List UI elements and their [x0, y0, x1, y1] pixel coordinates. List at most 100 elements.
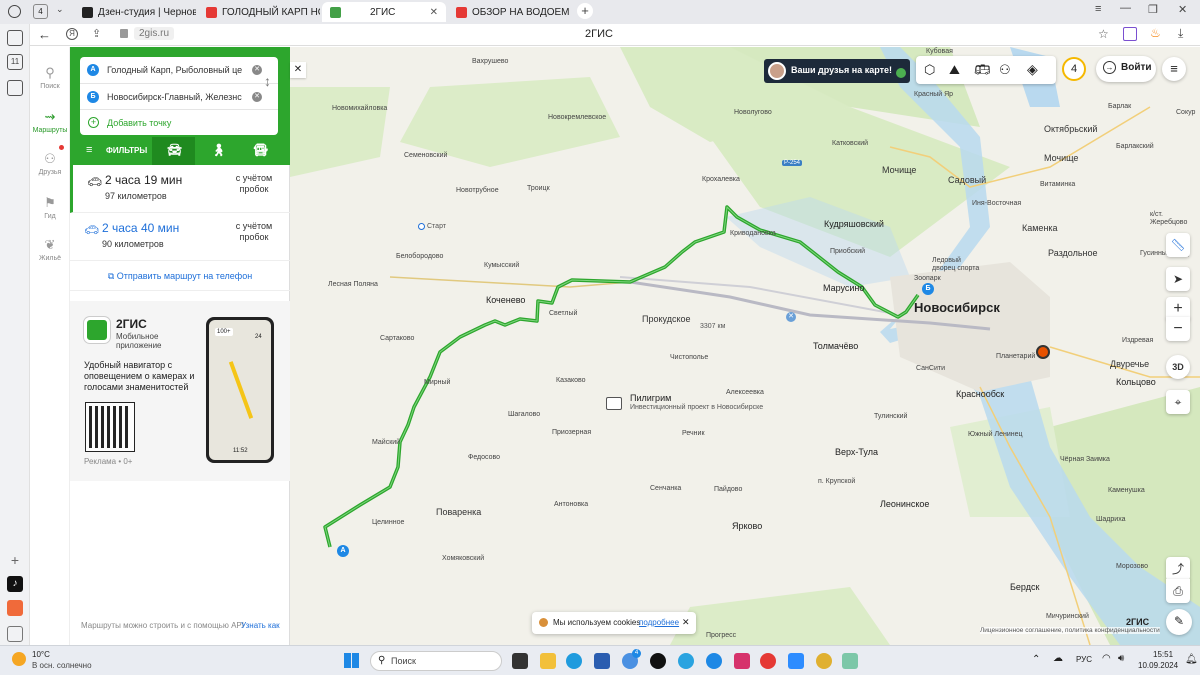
ruler-icon[interactable]: 📏︎: [1166, 233, 1190, 257]
poi-subtitle: Инвестиционный проект в Новосибирске: [630, 404, 764, 411]
clear-destination-icon[interactable]: ✕: [252, 92, 262, 102]
menu-icon[interactable]: ≡: [1162, 57, 1186, 81]
poi-marker-icon[interactable]: [1036, 345, 1050, 359]
nav-routes[interactable]: ⇝ Маршруты: [30, 109, 70, 134]
download-icon[interactable]: ⤓: [1178, 26, 1183, 41]
stack-icon[interactable]: [7, 600, 23, 616]
fire-extension-icon[interactable]: ♨: [1150, 26, 1161, 40]
tiktok-icon[interactable]: ♪: [7, 576, 23, 592]
login-button[interactable]: → Войти: [1096, 56, 1156, 82]
collections-icon[interactable]: [7, 30, 23, 46]
share-icon[interactable]: ⇪: [92, 27, 101, 40]
pedestrian-icon[interactable]: 🚶︎: [211, 143, 226, 157]
language-indicator[interactable]: РУС: [1076, 655, 1092, 664]
close-tab-icon[interactable]: ✕: [430, 7, 438, 18]
print-icon[interactable]: ⎙: [1166, 579, 1190, 603]
notification-counter[interactable]: 4: [1062, 57, 1086, 81]
bookmark-icon[interactable]: ☆: [1098, 27, 1109, 41]
add-point-button[interactable]: + Добавить точку: [80, 109, 278, 135]
send-to-phone-link[interactable]: ⧉ Отправить маршрут на телефон: [70, 261, 290, 291]
history-icon[interactable]: [8, 5, 21, 18]
origin-input[interactable]: А Голодный Карп, Рыболовный це ✕: [80, 57, 278, 83]
yandex-logo-icon[interactable]: Я: [66, 28, 78, 40]
notepad-icon[interactable]: [842, 653, 858, 669]
map-canvas[interactable]: Новосибирск Краснообск Бердск Кольцово К…: [290, 47, 1200, 645]
feedback-icon[interactable]: ✎: [1166, 609, 1192, 635]
traffic-icon[interactable]: ⬡: [924, 62, 935, 78]
start-menu-icon[interactable]: [344, 653, 359, 668]
calendar-icon[interactable]: 11: [7, 54, 23, 70]
volume-icon[interactable]: 🔊︎: [1118, 653, 1124, 664]
route-option-1[interactable]: 🚗︎ 2 часа 19 мин 97 километров с учётом …: [70, 165, 290, 213]
api-learn-link[interactable]: Узнать как: [241, 621, 280, 630]
tab-golodny-karp[interactable]: ГОЛОДНЫЙ КАРП НОВО: [198, 2, 320, 22]
3d-button[interactable]: 3D: [1166, 355, 1190, 379]
new-tab-icon[interactable]: +: [577, 3, 593, 19]
nav-guide[interactable]: ⚑ Гид: [30, 195, 70, 220]
instagram-icon[interactable]: [734, 653, 750, 669]
bus-icon[interactable]: 🚍︎: [253, 143, 268, 157]
tab-count-badge[interactable]: 4: [33, 4, 48, 19]
telegram-icon[interactable]: [678, 653, 694, 669]
friends-banner[interactable]: Ваши друзья на карте!: [764, 59, 910, 83]
terrain-icon[interactable]: ⛰︎: [949, 62, 960, 78]
edge-icon[interactable]: [566, 653, 582, 669]
zoom-icon[interactable]: [788, 653, 804, 669]
nav-friends[interactable]: ⚇ Друзья: [30, 145, 70, 176]
taskbar-search[interactable]: ⚲ Поиск: [370, 651, 502, 671]
file-explorer-icon[interactable]: [540, 653, 556, 669]
poi-board-icon[interactable]: [606, 397, 622, 410]
maximize-icon[interactable]: ❐: [1148, 3, 1158, 16]
tiktok-taskbar-icon[interactable]: [650, 653, 666, 669]
compass-icon[interactable]: ⌖: [1166, 390, 1190, 414]
license-link[interactable]: Лицензионное соглашение, политика конфид…: [980, 627, 1160, 634]
tab-2gis[interactable]: 2ГИС ✕: [322, 2, 446, 22]
close-window-icon[interactable]: ✕: [1178, 3, 1187, 16]
share-map-icon[interactable]: ⤴: [1166, 557, 1190, 581]
tab-list-chevron-icon[interactable]: ⌄: [56, 4, 64, 15]
layers-icon[interactable]: ◈: [1027, 61, 1038, 78]
swap-points-icon[interactable]: ↕: [264, 73, 271, 89]
weather-icon[interactable]: [12, 652, 26, 666]
close-sidebar-icon[interactable]: ✕: [290, 62, 306, 78]
yandex-browser-icon[interactable]: [760, 653, 776, 669]
panel-icon[interactable]: [7, 626, 23, 642]
poi-title[interactable]: Пилигрим: [630, 393, 671, 403]
friends-layer-icon[interactable]: ⚇: [999, 62, 1011, 78]
point-a-marker[interactable]: А: [337, 545, 349, 557]
minimize-icon[interactable]: —: [1120, 2, 1131, 14]
skype-icon[interactable]: [706, 653, 722, 669]
2gis-logo-icon: [84, 317, 110, 343]
filters-button[interactable]: ФИЛЬТРЫ: [106, 146, 147, 155]
store-icon[interactable]: [594, 653, 610, 669]
add-app-icon[interactable]: +: [7, 552, 23, 568]
tray-chevron-icon[interactable]: ⌃: [1032, 654, 1040, 665]
point-b-marker[interactable]: Б: [922, 283, 934, 295]
clock-time[interactable]: 15:51: [1153, 650, 1173, 659]
url-field[interactable]: 2gis.ru: [134, 27, 175, 40]
extension-icon[interactable]: [1123, 27, 1137, 41]
zoom-out-button[interactable]: −: [1166, 317, 1190, 341]
filters-icon[interactable]: ≡: [86, 144, 92, 156]
back-arrow-icon[interactable]: ←: [38, 27, 51, 42]
clear-origin-icon[interactable]: ✕: [252, 65, 262, 75]
locate-icon[interactable]: ➤: [1166, 267, 1190, 291]
tab-obzor[interactable]: ОБЗОР НА ВОДОЕМ ГОЛ: [448, 2, 572, 22]
chrome-icon[interactable]: [816, 653, 832, 669]
transport-icon[interactable]: 🚌︎: [974, 62, 991, 78]
app-promo[interactable]: 2ГИС Мобильное приложение Удобный навига…: [70, 301, 290, 481]
media-icon[interactable]: [7, 80, 23, 96]
close-cookie-icon[interactable]: ✕: [682, 617, 690, 628]
wifi-icon[interactable]: ◠: [1102, 653, 1111, 664]
route-option-2[interactable]: 🚗︎ 2 часа 40 мин 90 километров с учётом …: [70, 213, 290, 261]
tab-dzen[interactable]: Дзен-студия | Черновик: [74, 2, 196, 22]
tab-bar-menu-icon[interactable]: ≡: [1095, 3, 1101, 15]
destination-input[interactable]: Б Новосибирск-Главный, Железнс ✕: [80, 83, 278, 109]
cookie-more-link[interactable]: подробнее: [639, 618, 679, 627]
nav-search[interactable]: ⚲ Поиск: [30, 65, 70, 90]
cloud-icon[interactable]: ☁: [1053, 653, 1063, 664]
clock-date[interactable]: 10.09.2024: [1138, 661, 1178, 670]
nav-housing[interactable]: ❦ Жильё: [30, 237, 70, 262]
notifications-icon[interactable]: 🔔︎: [1185, 654, 1198, 665]
task-view-icon[interactable]: [512, 653, 528, 669]
